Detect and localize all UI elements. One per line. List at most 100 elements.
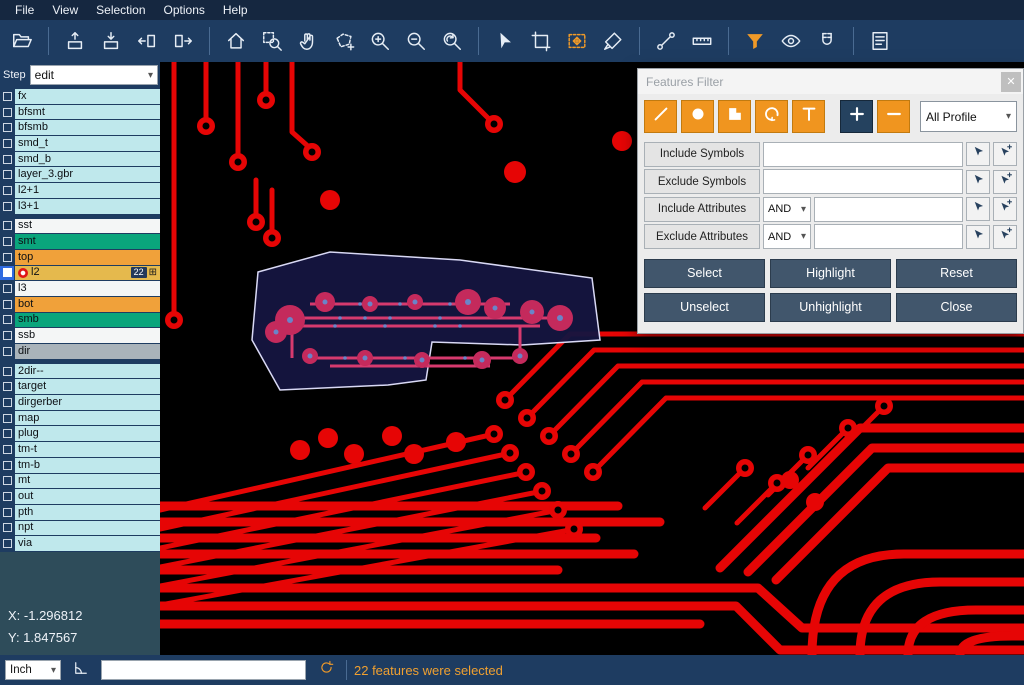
layer-name[interactable]: map bbox=[15, 411, 160, 426]
layer-visibility-checkbox[interactable] bbox=[0, 89, 14, 104]
layer-visibility-checkbox[interactable] bbox=[0, 536, 14, 551]
layer-name[interactable]: mt bbox=[15, 474, 160, 489]
layer-visibility-checkbox[interactable] bbox=[0, 120, 14, 135]
log-panel-button[interactable] bbox=[863, 24, 897, 58]
zoom-area-button[interactable] bbox=[255, 24, 289, 58]
menu-view[interactable]: View bbox=[43, 1, 87, 19]
menu-options[interactable]: Options bbox=[155, 1, 214, 19]
dialog-titlebar[interactable]: Features Filter ✕ bbox=[638, 69, 1023, 94]
positive-polarity-button[interactable] bbox=[840, 100, 873, 133]
pick-add-button[interactable] bbox=[993, 225, 1017, 249]
layer-visibility-checkbox[interactable] bbox=[0, 183, 14, 198]
select-cursor-button[interactable] bbox=[488, 24, 522, 58]
layer-visibility-checkbox[interactable] bbox=[0, 167, 14, 182]
pick-add-button[interactable] bbox=[993, 170, 1017, 194]
layer-visibility-checkbox[interactable] bbox=[0, 199, 14, 214]
text-feature-button[interactable] bbox=[792, 100, 825, 133]
paint-brush-button[interactable] bbox=[596, 24, 630, 58]
layer-visibility-checkbox[interactable] bbox=[0, 234, 14, 249]
include-symbols-input[interactable] bbox=[763, 142, 963, 167]
layer-visibility-checkbox[interactable] bbox=[0, 426, 14, 441]
pick-from-graphics-button[interactable] bbox=[966, 142, 990, 166]
layer-name[interactable]: fx bbox=[15, 89, 160, 104]
layer-visibility-checkbox[interactable] bbox=[0, 250, 14, 265]
layer-visibility-checkbox[interactable] bbox=[0, 489, 14, 504]
negative-polarity-button[interactable] bbox=[877, 100, 910, 133]
open-folder-button[interactable] bbox=[5, 24, 39, 58]
reset-button[interactable]: Reset bbox=[896, 259, 1017, 288]
layer-name[interactable]: l222⊞ bbox=[15, 266, 160, 281]
layer-name[interactable]: dirgerber bbox=[15, 395, 160, 410]
layer-name[interactable]: ssb bbox=[15, 328, 160, 343]
layer-name[interactable]: bfsmb bbox=[15, 120, 160, 135]
refresh-button[interactable] bbox=[313, 658, 339, 682]
filter-funnel-button[interactable] bbox=[738, 24, 772, 58]
layer-name[interactable]: top bbox=[15, 250, 160, 265]
close-button[interactable]: Close bbox=[896, 293, 1017, 322]
layer-visibility-checkbox[interactable] bbox=[0, 328, 14, 343]
angle-tool-button[interactable] bbox=[68, 658, 94, 682]
eye-button[interactable] bbox=[774, 24, 808, 58]
layer-name[interactable]: smd_b bbox=[15, 152, 160, 167]
layer-visibility-checkbox[interactable] bbox=[0, 313, 14, 328]
pick-add-button[interactable] bbox=[993, 142, 1017, 166]
layer-name[interactable]: out bbox=[15, 489, 160, 504]
line-feature-button[interactable] bbox=[644, 100, 677, 133]
selected-region[interactable] bbox=[252, 252, 600, 390]
import-top-button[interactable] bbox=[94, 24, 128, 58]
layer-visibility-checkbox[interactable] bbox=[0, 266, 14, 281]
select-button[interactable]: Select bbox=[644, 259, 765, 288]
units-select[interactable]: Inch ▾ bbox=[5, 660, 61, 680]
include-attributes-button[interactable]: Include Attributes bbox=[644, 197, 760, 222]
layer-visibility-checkbox[interactable] bbox=[0, 379, 14, 394]
layer-visibility-checkbox[interactable] bbox=[0, 364, 14, 379]
command-input[interactable] bbox=[101, 660, 306, 680]
home-button[interactable] bbox=[219, 24, 253, 58]
layer-name[interactable]: l3+1 bbox=[15, 199, 160, 214]
layer-visibility-checkbox[interactable] bbox=[0, 219, 14, 234]
layer-name[interactable]: npt bbox=[15, 521, 160, 536]
surface-feature-button[interactable] bbox=[718, 100, 751, 133]
unselect-button[interactable]: Unselect bbox=[644, 293, 765, 322]
layer-name[interactable]: l3 bbox=[15, 281, 160, 296]
layer-name[interactable]: smb bbox=[15, 313, 160, 328]
exclude-symbols-button[interactable]: Exclude Symbols bbox=[644, 169, 760, 194]
profile-select[interactable]: All Profile ▾ bbox=[920, 101, 1017, 132]
pick-from-graphics-button[interactable] bbox=[966, 170, 990, 194]
zoom-out-button[interactable] bbox=[399, 24, 433, 58]
arc-feature-button[interactable] bbox=[755, 100, 788, 133]
layer-visibility-checkbox[interactable] bbox=[0, 395, 14, 410]
layer-name[interactable]: pth bbox=[15, 505, 160, 520]
transform-select-button[interactable] bbox=[560, 24, 594, 58]
pick-from-graphics-button[interactable] bbox=[966, 225, 990, 249]
ruler-button[interactable] bbox=[685, 24, 719, 58]
measure-line-button[interactable] bbox=[649, 24, 683, 58]
export-top-button[interactable] bbox=[58, 24, 92, 58]
layer-name[interactable]: 2dir-- bbox=[15, 364, 160, 379]
zoom-fit-button[interactable] bbox=[435, 24, 469, 58]
layer-visibility-checkbox[interactable] bbox=[0, 458, 14, 473]
layer-visibility-checkbox[interactable] bbox=[0, 105, 14, 120]
exclude-symbols-input[interactable] bbox=[763, 169, 963, 194]
highlight-button[interactable]: Highlight bbox=[770, 259, 891, 288]
pick-from-graphics-button[interactable] bbox=[966, 197, 990, 221]
layer-visibility-checkbox[interactable] bbox=[0, 281, 14, 296]
layer-name[interactable]: tm-t bbox=[15, 442, 160, 457]
import-left-button[interactable] bbox=[130, 24, 164, 58]
menu-file[interactable]: File bbox=[6, 1, 43, 19]
menu-selection[interactable]: Selection bbox=[87, 1, 154, 19]
pad-feature-button[interactable] bbox=[681, 100, 714, 133]
layer-visibility-checkbox[interactable] bbox=[0, 505, 14, 520]
export-right-button[interactable] bbox=[166, 24, 200, 58]
dialog-close-button[interactable]: ✕ bbox=[1001, 72, 1021, 92]
logic-select[interactable]: AND▾ bbox=[763, 197, 811, 222]
pick-add-button[interactable] bbox=[993, 197, 1017, 221]
layer-name[interactable]: l2+1 bbox=[15, 183, 160, 198]
layer-name[interactable]: bot bbox=[15, 297, 160, 312]
layer-name[interactable]: tm-b bbox=[15, 458, 160, 473]
zoom-in-button[interactable] bbox=[363, 24, 397, 58]
layer-name[interactable]: smd_t bbox=[15, 136, 160, 151]
layer-visibility-checkbox[interactable] bbox=[0, 442, 14, 457]
exclude-attributes-button[interactable]: Exclude Attributes bbox=[644, 224, 760, 249]
unhighlight-button[interactable]: Unhighlight bbox=[770, 293, 891, 322]
